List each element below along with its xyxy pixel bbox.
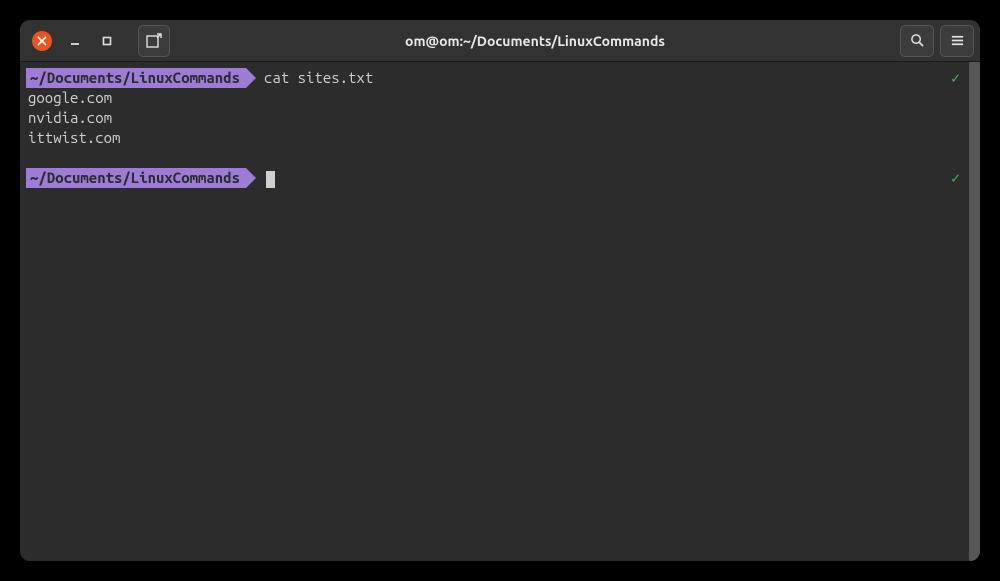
prompt-path: ~/Documents/LinuxCommands (26, 168, 246, 188)
output-line: ittwist.com (26, 128, 978, 148)
prompt-line: ~/Documents/LinuxCommands cat sites.txt … (26, 68, 978, 88)
new-tab-icon (146, 33, 162, 49)
titlebar-right-controls (900, 25, 974, 57)
titlebar-left-controls (26, 25, 170, 57)
search-icon (910, 33, 925, 48)
maximize-icon (101, 35, 113, 47)
output-line: google.com (26, 88, 978, 108)
scrollbar[interactable] (969, 62, 980, 561)
menu-button[interactable] (940, 25, 974, 57)
prompt-line: ~/Documents/LinuxCommands ✓ (26, 168, 978, 188)
close-button[interactable] (32, 31, 52, 51)
window-title: om@om:~/Documents/LinuxCommands (170, 33, 900, 49)
command-input[interactable] (264, 168, 275, 188)
prompt-arrow-icon (246, 168, 256, 188)
blank-line (26, 148, 978, 168)
maximize-button[interactable] (92, 26, 122, 56)
command-text: cat sites.txt (264, 68, 373, 88)
terminal-window: om@om:~/Documents/LinuxCommands ~/Docume… (20, 20, 980, 561)
new-tab-button[interactable] (138, 25, 170, 57)
status-check-icon: ✓ (951, 68, 960, 88)
minimize-button[interactable] (60, 26, 90, 56)
titlebar: om@om:~/Documents/LinuxCommands (20, 20, 980, 62)
output-line: nvidia.com (26, 108, 978, 128)
status-check-icon: ✓ (951, 168, 960, 188)
close-icon (37, 36, 47, 46)
terminal-body[interactable]: ~/Documents/LinuxCommands cat sites.txt … (20, 62, 980, 561)
prompt-arrow-icon (246, 68, 256, 88)
hamburger-icon (950, 33, 965, 48)
search-button[interactable] (900, 25, 934, 57)
prompt-path: ~/Documents/LinuxCommands (26, 68, 246, 88)
scrollbar-thumb[interactable] (969, 62, 980, 561)
minimize-icon (69, 35, 81, 47)
cursor-icon (266, 171, 275, 188)
